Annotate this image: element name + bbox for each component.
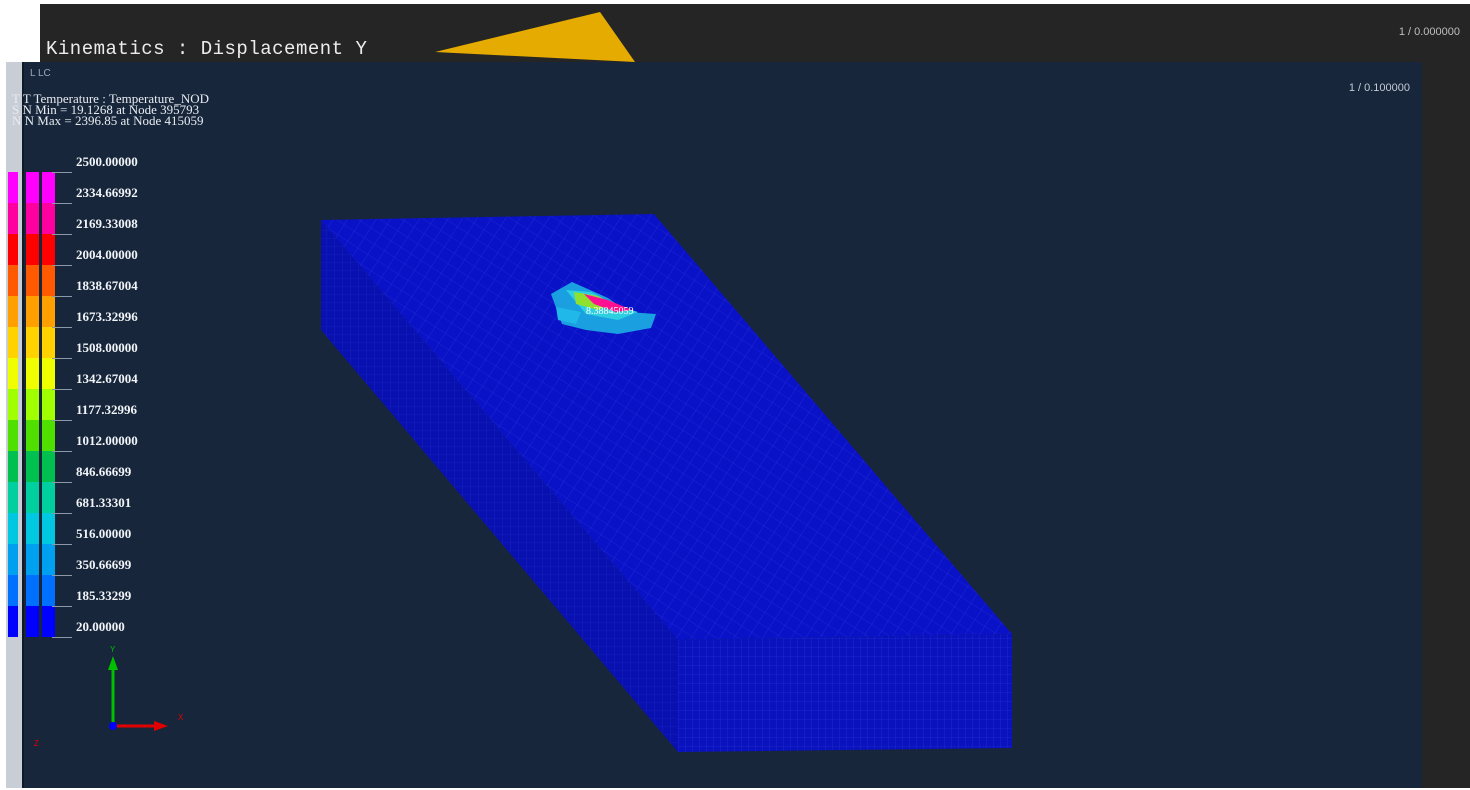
legend-color-swatch — [26, 420, 39, 451]
legend-color-swatch — [8, 234, 18, 265]
triad-z-axis — [109, 722, 117, 730]
legend-color-swatch — [8, 327, 18, 358]
back-viewport-right-edge — [1422, 62, 1470, 788]
legend-value: 1342.67004 — [76, 371, 138, 386]
fe-model-view[interactable] — [6, 62, 1422, 788]
legend-color-swatch — [42, 172, 55, 203]
legend-color-swatch — [26, 482, 39, 513]
axis-triad: Y X Z — [34, 645, 184, 748]
legend-tick — [52, 606, 72, 607]
legend-color-swatch — [42, 327, 55, 358]
legend-tick — [52, 358, 72, 359]
legend-value: 2334.66992 — [76, 185, 138, 200]
legend-color-swatch — [26, 296, 39, 327]
legend-color-swatch — [42, 606, 55, 637]
legend-value: 1838.67004 — [76, 278, 138, 293]
legend-tick — [52, 575, 72, 576]
legend-color-swatch — [26, 203, 39, 234]
legend-color-swatch — [42, 296, 55, 327]
legend-tick — [52, 482, 72, 483]
legend-value: 1673.32996 — [76, 309, 138, 324]
triad-z-label: Z — [34, 739, 39, 748]
legend-color-swatch — [26, 606, 39, 637]
triad-x-label: X — [178, 713, 184, 722]
legend-color-swatch — [26, 513, 39, 544]
legend-tick — [52, 234, 72, 235]
legend-color-swatch — [42, 575, 55, 606]
legend-color-swatch — [8, 575, 18, 606]
front-viewport[interactable]: L LC 1 / 0.100000 T T Temperature : Temp… — [6, 62, 1422, 788]
legend-tick — [52, 544, 72, 545]
legend-color-swatch — [26, 327, 39, 358]
triad-y-label: Y — [110, 645, 116, 654]
legend-color-swatch — [8, 203, 18, 234]
legend-value: 20.00000 — [76, 619, 125, 634]
legend-value: 185.33299 — [76, 588, 132, 603]
legend-value: 846.66699 — [76, 464, 132, 479]
legend-color-swatch — [42, 451, 55, 482]
legend-color-swatch — [26, 234, 39, 265]
legend-value: 2169.33008 — [76, 216, 138, 231]
legend-tick — [52, 420, 72, 421]
legend-color-swatch — [26, 358, 39, 389]
legend-color-swatch — [8, 420, 18, 451]
legend-color-swatch — [8, 172, 18, 203]
legend-color-swatch — [8, 513, 18, 544]
legend-color-bars — [8, 172, 55, 637]
legend-color-swatch — [42, 203, 55, 234]
legend-tick — [52, 296, 72, 297]
legend-tick — [52, 172, 72, 173]
legend-value: 1012.00000 — [76, 433, 138, 448]
legend-color-swatch — [8, 482, 18, 513]
legend-tick — [52, 451, 72, 452]
back-result-title: Kinematics : Displacement Y — [46, 38, 368, 60]
legend-color-swatch — [8, 606, 18, 637]
legend-value: 2500.00000 — [76, 154, 138, 169]
legend-color-swatch — [8, 389, 18, 420]
legend-color-swatch — [42, 513, 55, 544]
legend-color-swatch — [26, 451, 39, 482]
legend-tick — [52, 265, 72, 266]
legend-value: 1177.32996 — [76, 402, 138, 417]
hot-spot-label: 8.38845059 — [586, 306, 634, 317]
legend-color-swatch — [8, 296, 18, 327]
legend-color-swatch — [26, 172, 39, 203]
legend-color-swatch — [42, 482, 55, 513]
legend-color-swatch — [42, 420, 55, 451]
triad-y-arrow — [108, 656, 118, 670]
legend-color-swatch — [42, 265, 55, 296]
legend-color-swatch — [8, 544, 18, 575]
legend-tick — [52, 513, 72, 514]
legend-value: 681.33301 — [76, 495, 132, 510]
legend-color-swatch — [42, 544, 55, 575]
legend-value: 516.00000 — [76, 526, 132, 541]
legend-color-swatch — [26, 575, 39, 606]
legend-value: 1508.00000 — [76, 340, 138, 355]
legend-tick — [52, 389, 72, 390]
legend-value: 2004.00000 — [76, 247, 138, 262]
legend-color-swatch — [8, 358, 18, 389]
legend-color-swatch — [26, 544, 39, 575]
legend-color-swatch — [42, 358, 55, 389]
legend-color-swatch — [8, 265, 18, 296]
legend-color-swatch — [8, 451, 18, 482]
legend-tick — [52, 327, 72, 328]
back-frame-label: 1 / 0.000000 — [1398, 26, 1460, 38]
legend-color-swatch — [42, 234, 55, 265]
legend-color-swatch — [42, 389, 55, 420]
legend-color-swatch — [26, 389, 39, 420]
model-front-face — [678, 634, 1012, 752]
legend-tick — [52, 203, 72, 204]
legend-value: 350.66699 — [76, 557, 132, 572]
legend-color-swatch — [26, 265, 39, 296]
triad-x-arrow — [154, 721, 168, 731]
